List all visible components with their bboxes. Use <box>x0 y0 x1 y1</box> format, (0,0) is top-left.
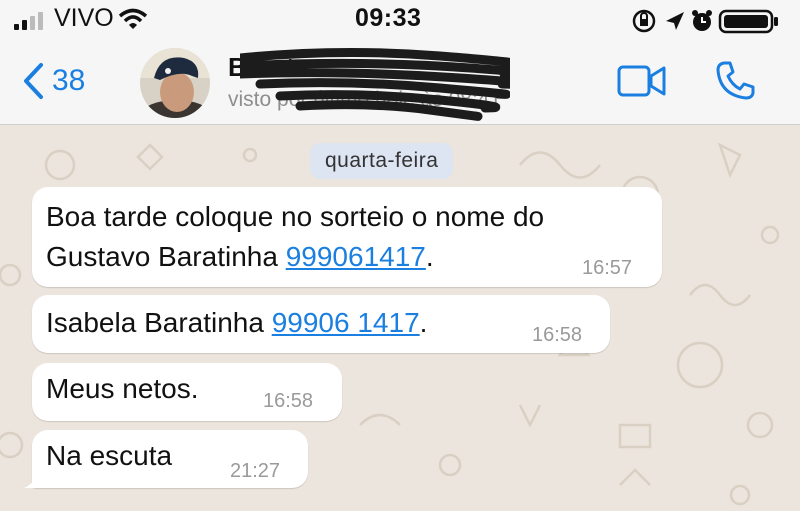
phone-number-link[interactable]: 999061417 <box>286 241 426 272</box>
phone-call-icon[interactable] <box>715 60 755 100</box>
battery-icon <box>718 9 778 34</box>
chat-header: 38 Barata visto por último hoje às 08:41 <box>0 42 800 125</box>
redaction-scribble <box>240 47 510 121</box>
chat-area[interactable]: quarta-feira Boa tarde coloque no sortei… <box>0 125 800 511</box>
status-time: 09:33 <box>355 4 422 32</box>
message-bubble[interactable]: Isabela Baratinha 99906 1417. 16:58 <box>32 295 610 353</box>
status-bar: VIVO 09:33 <box>0 0 800 42</box>
message-line: Gustavo Baratinha 999061417. <box>46 237 544 277</box>
back-chevron-icon <box>24 63 43 99</box>
date-chip: quarta-feira <box>310 143 454 179</box>
back-button[interactable]: 38 <box>22 62 85 100</box>
video-call-icon[interactable] <box>617 64 667 98</box>
message-text: Boa tarde coloque no sorteio o nome do G… <box>46 197 544 277</box>
message-time: 21:27 <box>230 460 281 482</box>
avatar[interactable] <box>140 48 210 118</box>
message-line: Boa tarde coloque no sorteio o nome do <box>46 201 545 232</box>
message-text-part: . <box>425 241 434 272</box>
lock-rotation-icon <box>632 9 656 33</box>
message-bubble[interactable]: Boa tarde coloque no sorteio o nome do G… <box>32 187 662 287</box>
message-text-part: Gustavo Baratinha <box>46 241 286 272</box>
status-icons <box>632 9 778 34</box>
message-text-part: Isabela Baratinha <box>46 307 272 338</box>
message-text: Meus netos. <box>46 373 199 404</box>
signal-icon <box>14 12 43 30</box>
bubble-tail <box>24 470 40 488</box>
message-time: 16:58 <box>263 390 314 412</box>
message-bubble[interactable]: Meus netos. 16:58 <box>32 363 342 421</box>
message-text-part: . <box>419 307 428 338</box>
carrier-label: VIVO <box>54 4 114 32</box>
message-bubble[interactable]: Na escuta 21:27 <box>24 430 308 488</box>
unread-count: 38 <box>52 64 86 97</box>
phone-number-link[interactable]: 99906 1417 <box>272 307 420 338</box>
location-icon <box>666 12 684 30</box>
message-text: Na escuta <box>46 440 173 471</box>
message-text: Isabela Baratinha 99906 1417. <box>46 303 427 343</box>
message-time: 16:57 <box>582 257 633 279</box>
message-time: 16:58 <box>532 324 583 346</box>
wifi-icon <box>118 8 148 29</box>
alarm-icon <box>692 10 712 31</box>
